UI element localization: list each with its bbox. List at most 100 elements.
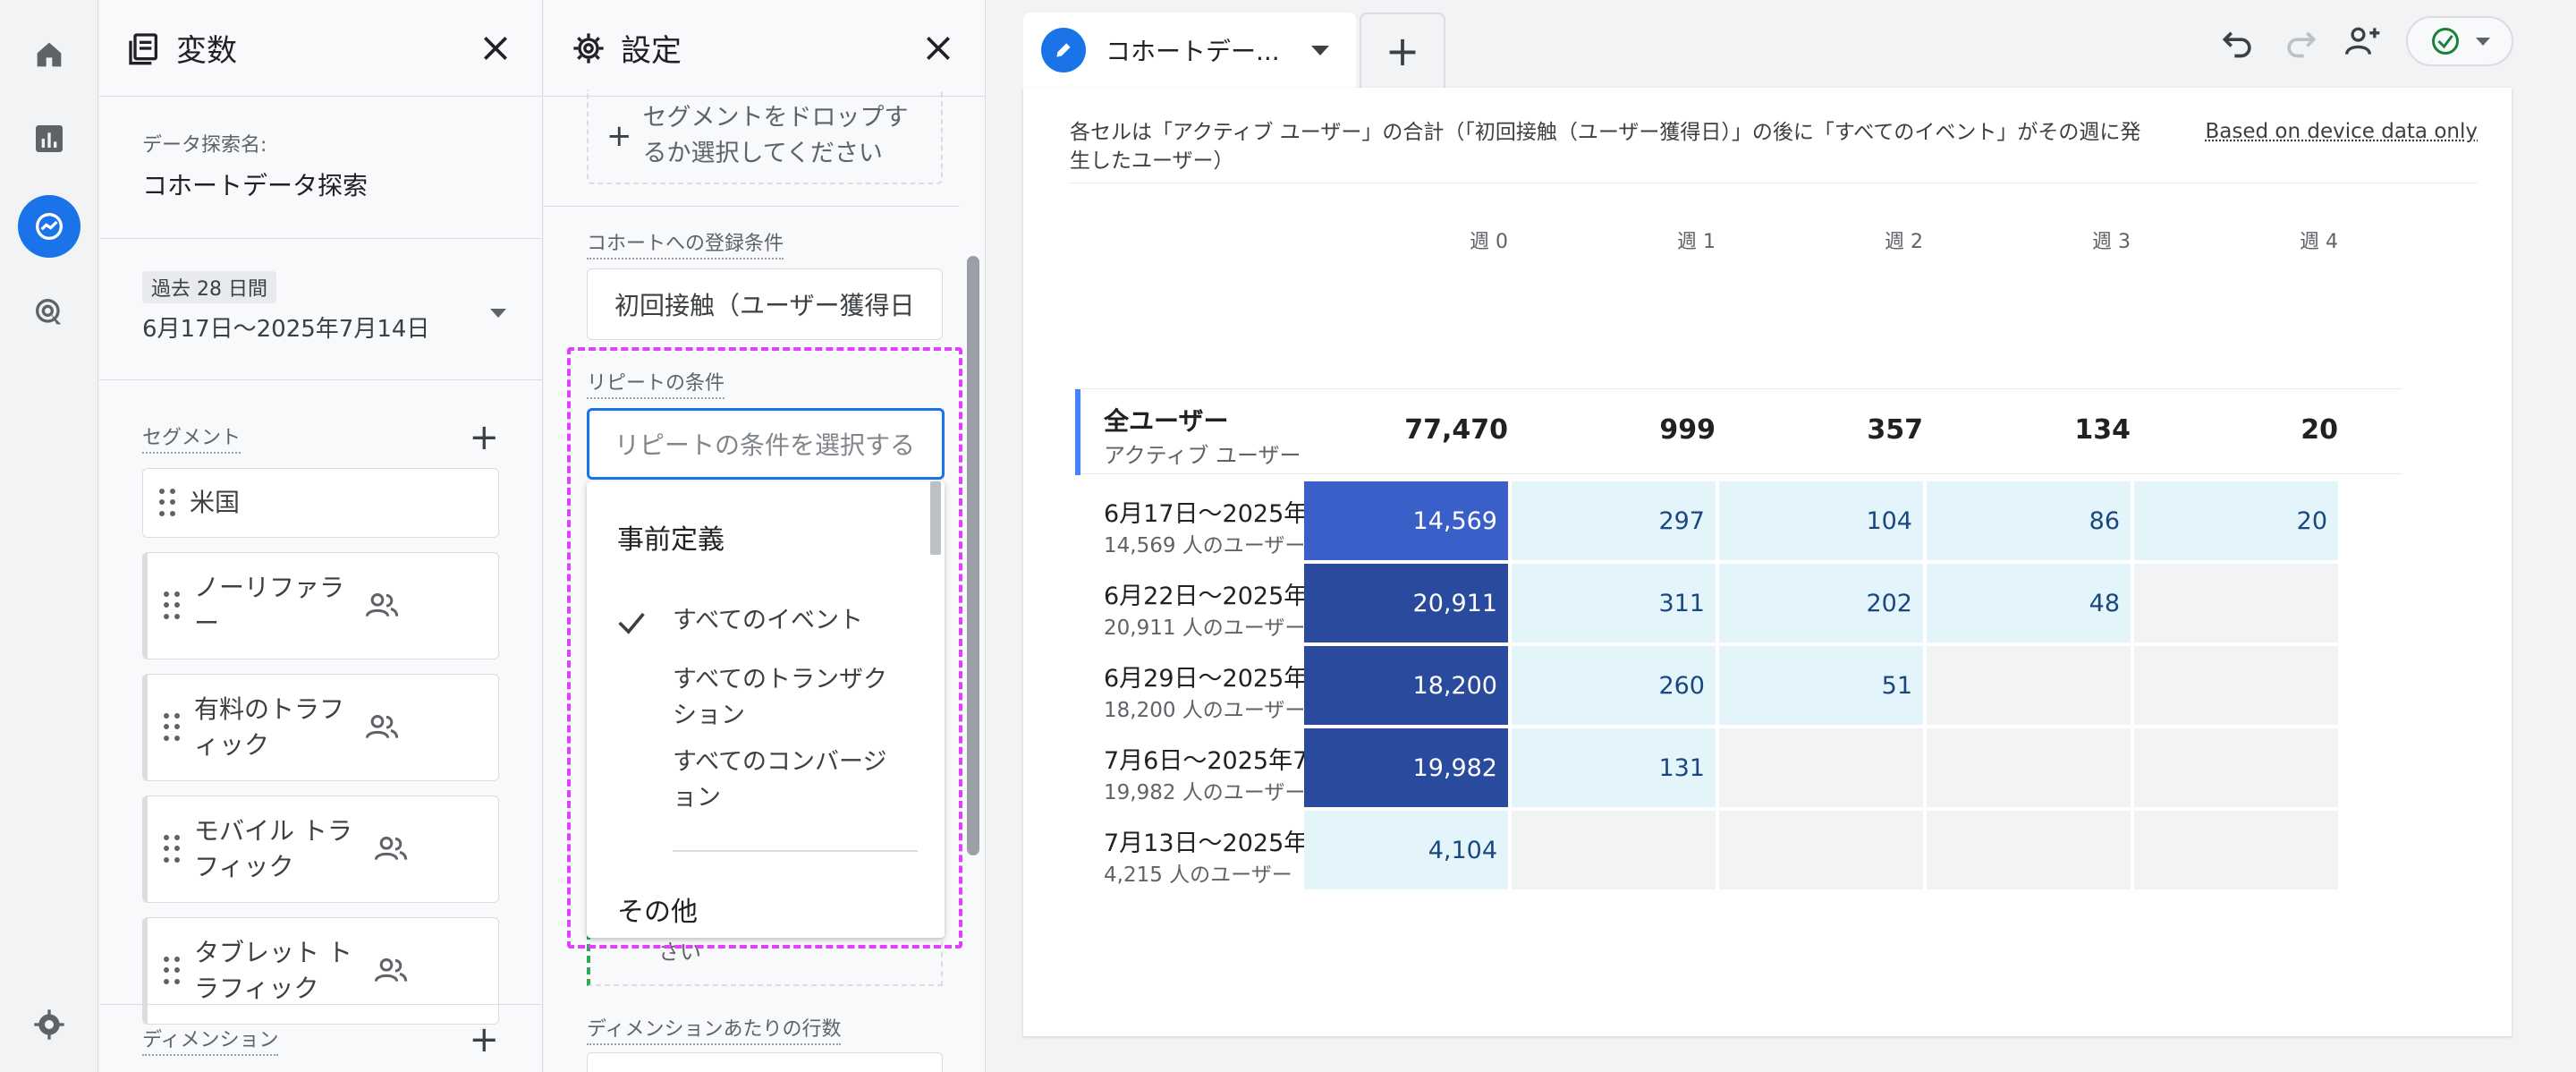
close-variables-button[interactable] [476, 29, 515, 68]
settings-gear-icon[interactable] [18, 993, 80, 1056]
cohort-cell[interactable]: 48 [1927, 564, 2131, 642]
cohort-cell[interactable]: 18,200 [1304, 646, 1508, 725]
divider [544, 206, 960, 207]
exploration-name-label: データ探索名: [142, 134, 267, 157]
add-segment-button[interactable]: + [469, 420, 499, 455]
cohort-cell[interactable] [1512, 811, 1716, 889]
close-icon [927, 36, 950, 60]
settings-title: 設定 [621, 33, 682, 69]
segment-drop-zone[interactable]: + セグメントをドロップするか選択してください [587, 89, 943, 184]
user-segment-icon [374, 958, 408, 983]
drag-handle-icon[interactable] [159, 489, 177, 517]
cohort-cell[interactable] [1719, 811, 1923, 889]
cohort-cell[interactable]: 51 [1719, 646, 1923, 725]
explore-icon[interactable] [18, 195, 80, 258]
dimensions-header: ディメンション + [142, 1022, 499, 1058]
total-value: 77,470 [1404, 414, 1508, 446]
share-user-icon[interactable] [2343, 21, 2383, 61]
segment-item[interactable]: タブレット トラフィック [142, 917, 499, 1025]
cohort-cell[interactable]: 86 [1927, 481, 2131, 560]
cohort-inclusion-label: コホートへの登録条件 [587, 227, 784, 259]
segment-list: 米国 ノーリファラー 有料のトラフィック モバイル トラフィック タブレット ト… [99, 455, 542, 1025]
segment-item[interactable]: 米国 [142, 468, 499, 538]
cohort-inclusion-select[interactable]: 初回接触（ユーザー獲得日 [587, 268, 943, 340]
cohort-cell[interactable]: 260 [1512, 646, 1716, 725]
add-tab-button[interactable]: + [1360, 13, 1445, 88]
chevron-down-icon[interactable] [490, 309, 506, 318]
add-dimension-button[interactable]: + [469, 1022, 499, 1058]
cohort-cell[interactable]: 4,104 [1304, 811, 1508, 889]
cohort-cell[interactable]: 20 [2134, 481, 2338, 560]
total-value: 20 [2301, 414, 2338, 446]
cohort-cell[interactable]: 297 [1512, 481, 1716, 560]
device-data-note[interactable]: Based on device data only [2205, 120, 2478, 143]
week-header: 週 2 [1885, 231, 1923, 253]
undo-icon[interactable] [2218, 21, 2258, 61]
cohort-cell[interactable]: 14,569 [1304, 481, 1508, 560]
reports-icon[interactable] [18, 107, 80, 170]
divider [99, 1004, 542, 1005]
variables-title: 変数 [176, 33, 237, 69]
exploration-canvas: 各セルは「アクティブ ユーザー」の合計（「初回接触（ユーザー獲得日）」の後に「す… [1023, 88, 2512, 1036]
cohort-row[interactable]: 6月29日〜2025年7... 18,200 人のユーザー 18,200 260 51 [1075, 646, 2402, 728]
redo-icon[interactable] [2281, 21, 2320, 61]
segment-label: ノーリファラー [194, 573, 345, 638]
segment-item[interactable]: 有料のトラフィック [142, 674, 499, 781]
cohort-cell[interactable] [1927, 646, 2131, 725]
total-title: 全ユーザー [1104, 406, 1229, 436]
cohort-cell[interactable] [2134, 646, 2338, 725]
segment-label: モバイル トラフィック [194, 816, 352, 881]
variables-header: 変数 [99, 0, 542, 97]
dimensions-label: ディメンション [142, 1024, 279, 1056]
cohort-row-users: 14,569 人のユーザー [1104, 534, 1306, 557]
drag-handle-icon[interactable] [164, 957, 182, 985]
date-range-selector[interactable]: 過去 28 日間 6月17日〜2025年7月14日 [99, 239, 542, 380]
segment-item[interactable]: モバイル トラフィック [142, 795, 499, 903]
total-row[interactable]: 全ユーザー アクティブ ユーザー 77,470 999 357 134 20 [1075, 388, 2402, 475]
status-menu[interactable] [2406, 16, 2513, 66]
cohort-cell[interactable]: 311 [1512, 564, 1716, 642]
cohort-cell[interactable]: 20,911 [1304, 564, 1508, 642]
segment-label: 有料のトラフィック [194, 694, 345, 760]
cohort-row[interactable]: 7月13日〜2025年7... 4,215 人のユーザー 4,104 [1075, 811, 2402, 893]
rows-per-dimension-label: ディメンションあたりの行数 [587, 1013, 842, 1045]
home-icon[interactable] [18, 23, 80, 86]
rows-per-dimension-field[interactable] [587, 1052, 943, 1072]
drag-handle-icon[interactable] [164, 713, 182, 742]
variables-icon [129, 32, 157, 64]
cohort-cell[interactable]: 104 [1719, 481, 1923, 560]
cohort-cell[interactable] [1927, 728, 2131, 807]
pencil-icon[interactable] [1041, 28, 1086, 72]
drag-handle-icon[interactable] [164, 835, 182, 864]
close-icon [484, 36, 507, 60]
cohort-cell[interactable] [2134, 564, 2338, 642]
cohort-cell[interactable] [2134, 728, 2338, 807]
chevron-down-icon[interactable] [1311, 45, 1329, 55]
segment-item[interactable]: ノーリファラー [142, 552, 499, 659]
cohort-cell[interactable] [1927, 811, 2131, 889]
settings-panel: 設定 + セグメントをドロップするか選択してください コホートへの登録条件 初回… [544, 0, 986, 1072]
settings-scrollbar[interactable] [967, 256, 979, 855]
row-accent [1075, 389, 1080, 475]
cohort-cell[interactable]: 19,982 [1304, 728, 1508, 807]
advertising-icon[interactable] [18, 281, 80, 344]
week-header: 週 0 [1470, 231, 1508, 253]
cohort-row[interactable]: 7月6日〜2025年7月... 19,982 人のユーザー 19,982 131 [1075, 728, 2402, 811]
drag-handle-icon[interactable] [164, 591, 182, 620]
user-segment-icon [374, 837, 408, 861]
cohort-cell[interactable]: 131 [1512, 728, 1716, 807]
cohort-row[interactable]: 6月17日〜2025年6... 14,569 人のユーザー 14,569 297 104… [1075, 481, 2402, 564]
cohort-cell[interactable] [2134, 811, 2338, 889]
cohort-cell[interactable] [1719, 728, 1923, 807]
cohort-row[interactable]: 6月22日〜2025年6... 20,911 人のユーザー 20,911 311 202… [1075, 564, 2402, 646]
week-header: 週 4 [2300, 231, 2338, 253]
chevron-down-icon [2476, 37, 2490, 46]
close-settings-button[interactable] [919, 29, 958, 68]
tab-label: コホートデー... [1106, 37, 1280, 66]
exploration-name-block[interactable]: データ探索名: コホートデータ探索 [99, 97, 542, 239]
exploration-name-value[interactable]: コホートデータ探索 [142, 166, 499, 202]
cohort-cell[interactable]: 202 [1719, 564, 1923, 642]
tab-cohort-exploration[interactable]: コホートデー... [1023, 13, 1356, 88]
total-value: 134 [2074, 414, 2131, 446]
week-header: 週 1 [1677, 231, 1716, 253]
